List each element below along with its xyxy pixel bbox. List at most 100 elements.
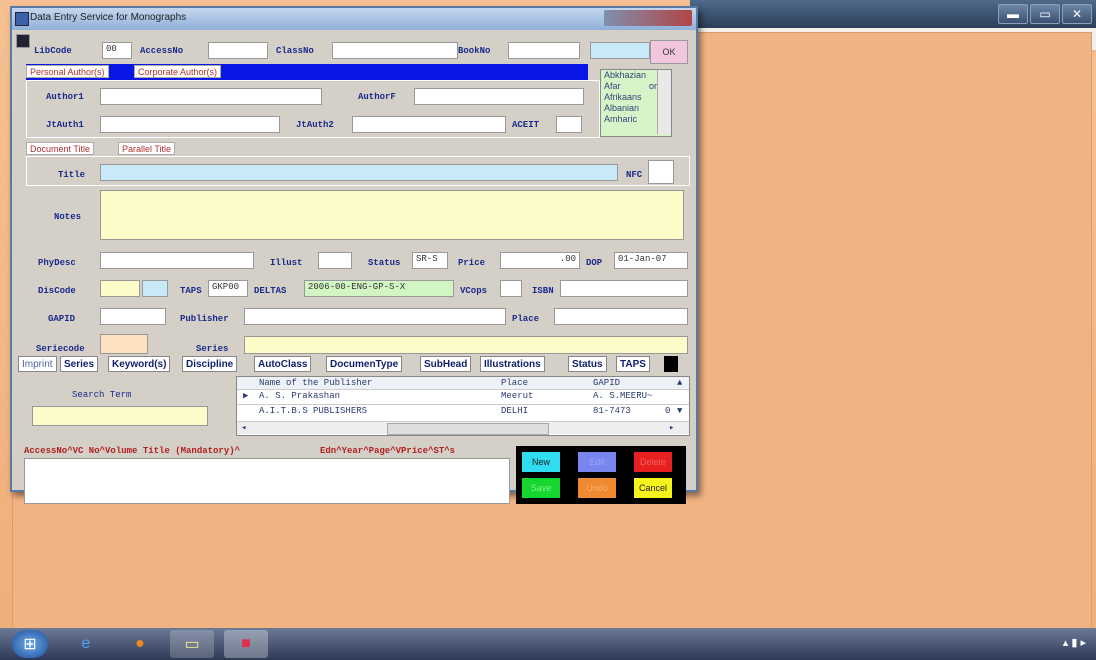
aceit-field[interactable] [556,116,582,133]
vcops-field[interactable] [500,280,522,297]
window-controls[interactable] [604,10,692,26]
data-entry-window: Data Entry Service for Monographs LibCod… [10,6,698,504]
scroll-thumb[interactable] [387,423,549,435]
authorf-field[interactable] [414,88,584,105]
cell-gapid[interactable]: A. S.MEERU~ [593,390,685,402]
tab-keywords[interactable]: Keyword(s) [108,356,171,372]
isbn-field[interactable] [560,280,688,297]
search-term-input[interactable] [32,406,208,426]
tab-parallel-title[interactable]: Parallel Title [118,142,176,155]
close-icon[interactable]: ✕ [1062,4,1092,24]
tab-status[interactable]: Status [568,356,607,372]
minimize-icon[interactable]: ▬ [998,4,1028,24]
edit-button[interactable]: Edit [578,452,616,472]
place-field[interactable] [554,308,688,325]
taskbar: ⊞ e ● ▭ ■ ▴ ▮ ▸ [0,628,1096,660]
cell-gapid[interactable]: 81-7473 [593,405,631,417]
table-row[interactable]: ▶ A. S. Prakashan Meerut A. S.MEERU~ [237,390,689,402]
discode-subfield[interactable] [142,280,168,297]
taps-field[interactable]: GKP00 [208,280,248,297]
notes-field[interactable] [100,190,684,240]
series-field[interactable] [244,336,688,354]
column-header-gapid[interactable]: GAPID [593,377,620,389]
bookno-field[interactable] [508,42,580,59]
background-window-titlebar: ▬ ▭ ✕ [690,0,1096,28]
ok-button[interactable]: OK [650,40,688,64]
classno-field[interactable] [332,42,458,59]
volume-entry-field[interactable] [24,458,510,504]
new-button[interactable]: New [522,452,560,472]
delete-button[interactable]: Delete [634,452,672,472]
tab-autoclass[interactable]: AutoClass [254,356,312,372]
accessno-field[interactable] [208,42,268,59]
form-icon [16,34,30,48]
cell-publisher[interactable]: A.I.T.B.S PUBLISHERS [259,405,367,417]
tab-document-title[interactable]: Document Title [26,142,95,155]
search-term-label: Search Term [72,390,132,400]
system-tray-icon[interactable]: ▴ ▮ ▸ [1063,636,1086,649]
libcode-field[interactable]: 00 [102,42,132,59]
app-taskbar-icon[interactable]: ■ [224,630,268,658]
nfc-label: NFC [626,170,643,180]
deltas-label: DELTAS [254,286,287,296]
cancel-button[interactable]: Cancel [634,478,672,498]
aceit-label: ACEIT [512,120,540,130]
grid-hscrollbar[interactable]: ◂ ▸ [237,421,689,435]
jtauth1-field[interactable] [100,116,280,133]
mandatory-hint: AccessNo^VC No^Volume Title (Mandatory)^ [24,446,241,456]
language-scrollbar[interactable] [657,70,671,134]
maximize-icon[interactable]: ▭ [1030,4,1060,24]
lang-code-field[interactable] [590,42,650,59]
tab-personal-authors[interactable]: Personal Author(s) [26,65,109,78]
author1-field[interactable] [100,88,322,105]
scroll-up-icon[interactable]: ▲ [677,377,682,389]
table-row[interactable]: A.I.T.B.S PUBLISHERS DELHI 81-7473 0 ▼ [237,404,689,417]
bookno-label: BookNo [458,46,491,56]
cell-tail[interactable]: 0 [665,405,670,417]
dop-field[interactable]: 01-Jan-07 [614,252,688,269]
seriecode-field[interactable] [100,334,148,354]
optional-hint: Edn^Year^Page^VPrice^ST^s [320,446,456,456]
status-field[interactable]: SR-S [412,252,448,269]
grid-header: Name of the Publisher Place GAPID ▲ [237,377,689,390]
nfc-field[interactable] [648,160,674,184]
tab-taps[interactable]: TAPS [616,356,650,372]
column-header-place[interactable]: Place [501,377,528,389]
publisher-field[interactable] [244,308,506,325]
folder-icon[interactable]: ▭ [170,630,214,658]
tab-discipline[interactable]: Discipline [182,356,238,372]
price-field[interactable]: .00 [500,252,580,269]
accessno-label: AccessNo [140,46,184,56]
phydesc-field[interactable] [100,252,254,269]
illust-field[interactable] [318,252,352,269]
save-button[interactable]: Save [522,478,560,498]
language-list[interactable]: Abkhazian Afar or Afrikaans Albanian Amha… [600,69,672,137]
tab-illustrations[interactable]: Illustrations [480,356,545,372]
tab-series[interactable]: Series [60,356,99,372]
gapid-field[interactable] [100,308,166,325]
discode-field[interactable] [100,280,140,297]
title-label: Title [58,170,86,180]
scroll-left-icon[interactable]: ◂ [241,422,246,434]
start-button-icon[interactable]: ⊞ [12,630,48,658]
tab-corporate-authors[interactable]: Corporate Author(s) [134,65,222,78]
jtauth2-field[interactable] [352,116,506,133]
title-field[interactable] [100,164,618,181]
publisher-grid[interactable]: Name of the Publisher Place GAPID ▲ ▶ A.… [236,376,690,436]
cell-place[interactable]: DELHI [501,405,528,417]
undo-button[interactable]: Undo [578,478,616,498]
scroll-down-icon[interactable]: ▼ [677,405,682,417]
deltas-field[interactable]: 2006-00-ENG-GP-S-X [304,280,454,297]
column-header-publisher[interactable]: Name of the Publisher [259,377,372,389]
tab-subhead[interactable]: SubHead [420,356,472,372]
tab-imprint[interactable]: Imprint [18,356,57,372]
browser-icon[interactable]: e [64,630,108,658]
discode-label: DisCode [38,286,76,296]
cell-place[interactable]: Meerut [501,390,533,402]
cell-publisher[interactable]: A. S. Prakashan [259,390,340,402]
place-label: Place [512,314,540,324]
tab-documentype[interactable]: DocumenType [326,356,403,372]
jtauth1-label: JtAuth1 [46,120,84,130]
scroll-right-icon[interactable]: ▸ [669,422,674,434]
firefox-icon[interactable]: ● [118,630,162,658]
